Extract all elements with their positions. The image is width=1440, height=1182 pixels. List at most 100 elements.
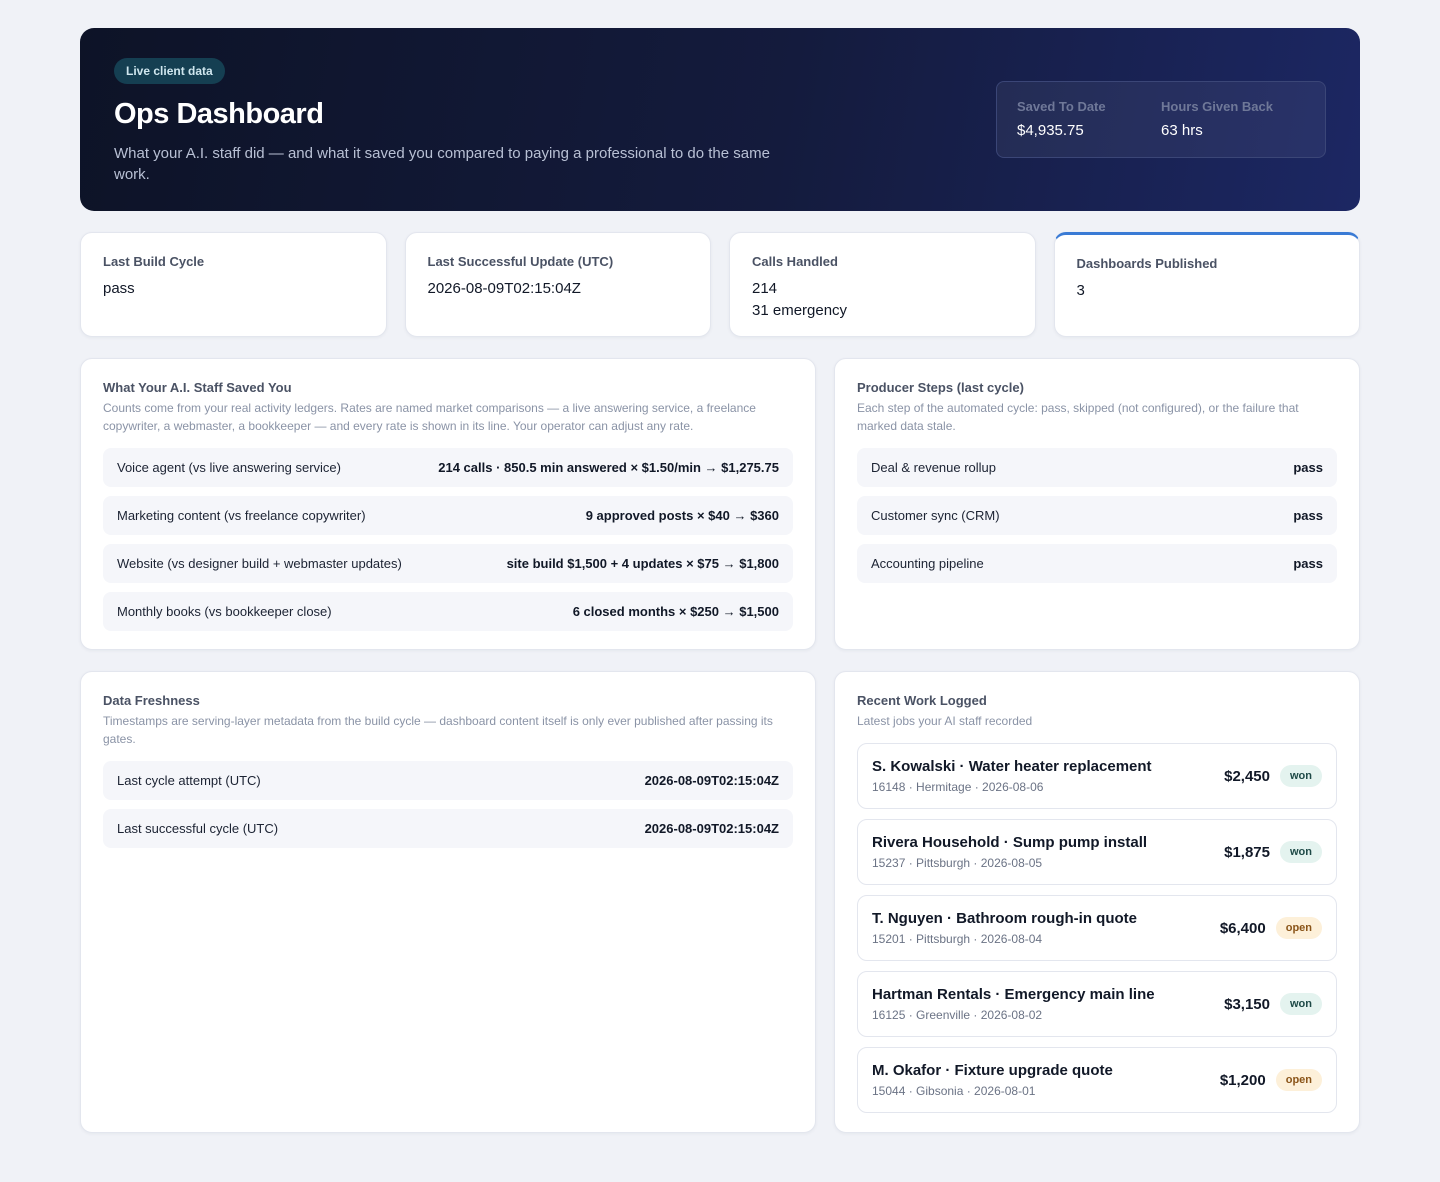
stat-card-value: pass <box>103 280 135 297</box>
job-amount: $6,400 <box>1219 919 1266 937</box>
job-amount: $1,875 <box>1224 843 1270 861</box>
job-row[interactable]: M. Okafor · Fixture upgrade quote 15044 … <box>857 1047 1337 1113</box>
savings-line: Marketing content (vs freelance copywrit… <box>103 496 793 535</box>
stat-card-value: 3 <box>1076 282 1085 299</box>
hero-stat-label: Hours Given Back <box>1161 99 1273 114</box>
job-info: M. Okafor · Fixture upgrade quote 15044 … <box>872 1062 1113 1098</box>
savings-line-label: Marketing content (vs freelance copywrit… <box>117 508 366 523</box>
freshness-line-value: 2026-08-09T02:15:04Z <box>644 773 779 788</box>
job-row[interactable]: Hartman Rentals · Emergency main line 16… <box>857 971 1337 1037</box>
job-meta: 15044 · Gibsonia · 2026-08-01 <box>872 1084 1036 1098</box>
panel-title: Data Freshness <box>103 693 200 708</box>
job-status-badge: won <box>1280 993 1322 1015</box>
data-freshness-panel: Data Freshness Timestamps are serving-la… <box>80 671 816 1133</box>
producer-step-label: Deal & revenue rollup <box>871 460 997 475</box>
stat-card-label: Last Successful Update (UTC) <box>427 254 614 269</box>
producer-step-label: Customer sync (CRM) <box>871 508 1000 523</box>
job-title: Hartman Rentals · Emergency main line <box>872 986 1155 1003</box>
freshness-line: Last successful cycle (UTC) 2026-08-09T0… <box>103 809 793 848</box>
freshness-list: Last cycle attempt (UTC) 2026-08-09T02:1… <box>103 761 793 848</box>
hero-stats-box: Saved To Date $4,935.75 Hours Given Back… <box>996 81 1326 158</box>
freshness-line: Last cycle attempt (UTC) 2026-08-09T02:1… <box>103 761 793 800</box>
job-title: M. Okafor · Fixture upgrade quote <box>872 1062 1113 1079</box>
job-meta: 16125 · Greenville · 2026-08-02 <box>872 1008 1043 1022</box>
job-info: S. Kowalski · Water heater replacement 1… <box>872 758 1152 794</box>
job-status-badge: open <box>1275 917 1322 939</box>
savings-line-value: 9 approved posts × $40 → $360 <box>585 508 779 523</box>
page-subtitle: What your A.I. staff did — and what it s… <box>114 145 770 183</box>
producer-step-label: Accounting pipeline <box>871 556 984 571</box>
job-amount: $3,150 <box>1224 995 1270 1013</box>
stat-card-build-cycle: Last Build Cycle pass <box>80 232 387 337</box>
job-meta: 15237 · Pittsburgh · 2026-08-05 <box>872 856 1043 870</box>
producer-step-status: pass <box>1293 508 1323 523</box>
job-right: $6,400 open <box>1220 917 1322 939</box>
job-title: T. Nguyen · Bathroom rough-in quote <box>872 910 1137 927</box>
panel-description: Each step of the automated cycle: pass, … <box>857 401 1299 433</box>
producer-step-status: pass <box>1293 556 1323 571</box>
stat-card-value: 214 <box>752 280 778 297</box>
savings-line: Monthly books (vs bookkeeper close) 6 cl… <box>103 592 793 631</box>
hero-stat-value: 63 hrs <box>1161 122 1203 139</box>
panel-description: Latest jobs your AI staff recorded <box>857 714 1033 728</box>
job-meta: 16148 · Hermitage · 2026-08-06 <box>872 780 1044 794</box>
hero-stat-saved: Saved To Date $4,935.75 <box>1017 99 1161 140</box>
job-status-badge: open <box>1275 1069 1322 1091</box>
savings-line-value: 6 closed months × $250 → $1,500 <box>572 604 779 619</box>
panel-title: What Your A.I. Staff Saved You <box>103 380 292 395</box>
job-row[interactable]: T. Nguyen · Bathroom rough-in quote 1520… <box>857 895 1337 961</box>
job-title: Rivera Household · Sump pump install <box>872 834 1148 851</box>
producer-step-status: pass <box>1293 460 1323 475</box>
stat-card-label: Dashboards Published <box>1076 256 1218 271</box>
job-right: $3,150 won <box>1224 993 1322 1015</box>
dashboard: Live client data Ops Dashboard What your… <box>80 28 1360 1133</box>
panels-row-2: Data Freshness Timestamps are serving-la… <box>80 671 1360 1133</box>
stat-card-label: Calls Handled <box>752 254 838 269</box>
hero-stat-value: $4,935.75 <box>1017 122 1084 139</box>
savings-line-value: 214 calls · 850.5 min answered × $1.50/m… <box>438 460 779 475</box>
hero-stat-label: Saved To Date <box>1017 99 1106 114</box>
producer-steps-list: Deal & revenue rollup pass Customer sync… <box>857 448 1337 583</box>
stat-cards-row: Last Build Cycle pass Last Successful Up… <box>80 232 1360 337</box>
savings-line: Voice agent (vs live answering service) … <box>103 448 793 487</box>
savings-line-label: Website (vs designer build + webmaster u… <box>117 556 402 571</box>
job-info: Rivera Household · Sump pump install 152… <box>872 834 1147 870</box>
producer-step: Customer sync (CRM) pass <box>857 496 1337 535</box>
savings-line: Website (vs designer build + webmaster u… <box>103 544 793 583</box>
savings-line-value: site build $1,500 + 4 updates × $75 → $1… <box>506 556 779 571</box>
panel-description: Counts come from your real activity ledg… <box>103 401 756 433</box>
job-right: $1,200 open <box>1220 1069 1322 1091</box>
panel-title: Recent Work Logged <box>857 693 987 708</box>
producer-steps-panel: Producer Steps (last cycle) Each step of… <box>834 358 1360 650</box>
panel-description: Timestamps are serving-layer metadata fr… <box>103 714 773 746</box>
stat-card-calls: Calls Handled 214 31 emergency <box>729 232 1036 337</box>
freshness-line-label: Last cycle attempt (UTC) <box>117 773 261 788</box>
job-right: $2,450 won <box>1224 765 1322 787</box>
panels-row-1: What Your A.I. Staff Saved You Counts co… <box>80 358 1360 650</box>
job-status-badge: won <box>1280 841 1322 863</box>
live-data-badge: Live client data <box>114 58 225 84</box>
hero-stat-hours: Hours Given Back 63 hrs <box>1161 99 1305 140</box>
stat-card-dashboards: Dashboards Published 3 <box>1053 232 1360 337</box>
stat-card-last-update: Last Successful Update (UTC) 2026-08-09T… <box>404 232 711 337</box>
stat-card-subvalue: 31 emergency <box>752 302 848 319</box>
panel-title: Producer Steps (last cycle) <box>857 380 1024 395</box>
stat-card-label: Last Build Cycle <box>103 254 205 269</box>
stat-card-value: 2026-08-09T02:15:04Z <box>427 280 581 297</box>
job-right: $1,875 won <box>1224 841 1322 863</box>
savings-panel: What Your A.I. Staff Saved You Counts co… <box>80 358 816 650</box>
job-title: S. Kowalski · Water heater replacement <box>872 758 1152 775</box>
freshness-line-value: 2026-08-09T02:15:04Z <box>644 821 779 836</box>
savings-list: Voice agent (vs live answering service) … <box>103 448 793 631</box>
savings-line-label: Voice agent (vs live answering service) <box>117 460 341 475</box>
job-status-badge: won <box>1280 765 1322 787</box>
producer-step: Accounting pipeline pass <box>857 544 1337 583</box>
jobs-list: S. Kowalski · Water heater replacement 1… <box>857 743 1337 1113</box>
freshness-line-label: Last successful cycle (UTC) <box>117 821 279 836</box>
job-row[interactable]: S. Kowalski · Water heater replacement 1… <box>857 743 1337 809</box>
job-info: T. Nguyen · Bathroom rough-in quote 1520… <box>872 910 1137 946</box>
producer-step: Deal & revenue rollup pass <box>857 448 1337 487</box>
savings-line-label: Monthly books (vs bookkeeper close) <box>117 604 332 619</box>
job-row[interactable]: Rivera Household · Sump pump install 152… <box>857 819 1337 885</box>
recent-work-panel: Recent Work Logged Latest jobs your AI s… <box>834 671 1360 1133</box>
